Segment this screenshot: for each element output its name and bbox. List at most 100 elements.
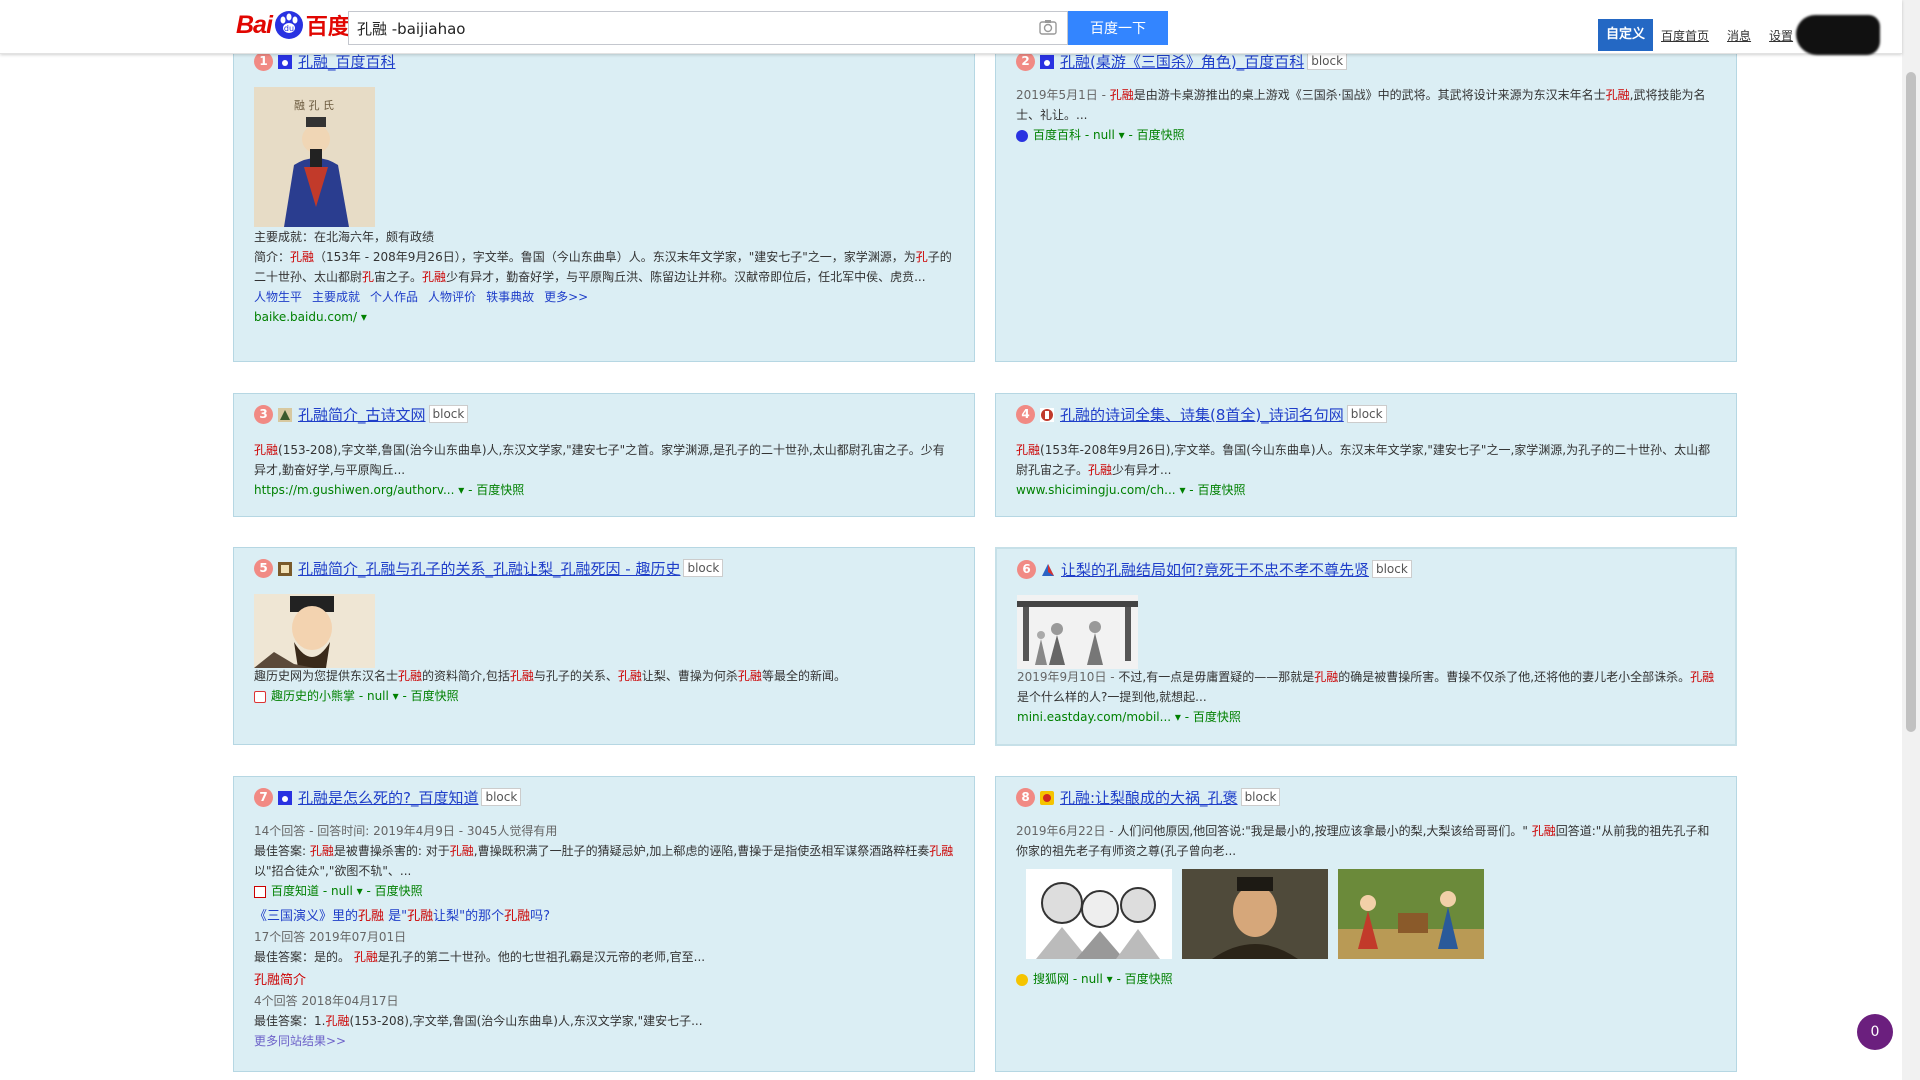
chevron-down-icon[interactable]: ▾ [1175,710,1181,724]
result-title-link[interactable]: 孔融简介_孔融与孔子的关系_孔融让梨_孔融死因 - 趣历史 [298,558,680,579]
qulishi-favicon [278,561,292,576]
camera-icon[interactable] [1039,19,1057,39]
snapshot-link[interactable]: - 百度快照 [1117,972,1173,986]
result-card-1: 1 孔融_百度百科 融 孔 氏 主要成就：在北海六年，颇有政绩 简介：孔融（15… [233,44,975,362]
sub-result-title-2[interactable]: 孔融简介 [254,971,954,991]
chevron-down-icon[interactable]: ▾ [357,884,363,898]
answer-meta: 14个回答 - 回答时间: 2019年4月9日 - 3045人觉得有用 [254,824,558,838]
result-card-4: 4 孔融的诗词全集、诗集(8首全)_诗词名句网 block 孔融(153年-20… [995,393,1737,517]
gushiwen-favicon [278,407,292,422]
nav-home-link[interactable]: 百度首页 [1661,27,1709,44]
baike-favicon [1040,54,1054,69]
sub-result-meta: 17个回答 2019年07月01日 [254,930,407,944]
cartoon-image[interactable] [1026,869,1172,959]
result-card-5: 5 孔融简介_孔融与孔子的关系_孔融让梨_孔融死因 - 趣历史 block 趣历… [233,547,975,745]
sohu-favicon [1040,790,1054,805]
block-button[interactable]: block [481,788,522,806]
chevron-down-icon[interactable]: ▾ [393,689,399,703]
result-url[interactable]: www.shicimingju.com/ch... [1016,483,1176,497]
customize-button[interactable]: 自定义 [1598,19,1654,51]
sub-link-more[interactable]: 更多>> [544,290,588,304]
abstract-text: 简介：孔融（153年 - 208年9月26日），字文举。鲁国（今山东曲阜）人。东… [254,250,952,284]
snapshot-link[interactable]: - 百度快照 [1185,710,1241,724]
scrollbar-thumb[interactable] [1906,72,1916,732]
result-url[interactable]: mini.eastday.com/mobil... [1017,710,1171,724]
eastday-favicon [1041,562,1055,576]
abstract-text: 2019年6月22日 - 人们问他原因,他回答说:"我是最小的,按理应该拿最小的… [1016,824,1710,858]
result-title-link[interactable]: 孔融:让梨酿成的大祸_孔褒 [1060,787,1238,808]
bear-paw-icon [254,690,266,703]
sub-result-answer: 最佳答案：是的。 孔融是孔子的第二十世孙。他的七世祖孔霸是汉元帝的老师,官至..… [254,950,706,964]
result-title-row: 6 让梨的孔融结局如何?竟死于不忠不孝不尊先贤 block [1017,559,1412,579]
baike-favicon [278,54,292,69]
result-source[interactable]: 搜狐网 - null [1033,972,1103,986]
sub-result-title[interactable]: 《三国演义》里的孔融 是"孔融让梨"的那个孔融吗? [254,907,954,927]
result-title-link[interactable]: 孔融简介_古诗文网 [298,404,426,425]
result-card-3: 3 孔融简介_古诗文网 block 孔融(153-208),字文举,鲁国(治今山… [233,393,975,517]
result-card-7: 7 孔融是怎么死的?_百度知道 block 14个回答 - 回答时间: 2019… [233,776,975,1072]
result-number: 1 [254,51,273,71]
snapshot-link[interactable]: - 百度快照 [403,689,459,703]
nav-settings-link[interactable]: 设置 [1769,27,1793,44]
result-title-link[interactable]: 让梨的孔融结局如何?竟死于不忠不孝不尊先贤 [1061,559,1369,580]
block-button[interactable]: block [428,405,469,423]
result-source[interactable]: 百度知道 - null [271,884,353,898]
snapshot-link[interactable]: - 百度快照 [1129,128,1185,142]
result-title-row: 8 孔融:让梨酿成的大祸_孔褒 block [1016,787,1281,808]
result-url[interactable]: https://m.gushiwen.org/authorv... [254,483,454,497]
result-number: 3 [254,404,273,424]
abstract-text: 趣历史网为您提供东汉名士孔融的资料简介,包括孔融与孔子的关系、孔融让梨、曹操为何… [254,669,846,683]
block-button[interactable]: block [683,559,724,577]
snapshot-link[interactable]: - 百度快照 [1189,483,1245,497]
baidu-logo[interactable]: Bai du 百度 [236,8,350,42]
result-abstract: 趣历史网为您提供东汉名士孔融的资料简介,包括孔融与孔子的关系、孔融让梨、曹操为何… [254,666,954,706]
portrait-image[interactable] [1182,869,1328,959]
portrait-image[interactable]: 融 孔 氏 [254,87,375,227]
result-abstract: 2019年5月1日 - 孔融是由游卡桌游推出的桌上游戏《三国杀·国战》中的武将。… [1016,85,1716,145]
more-site-results-link[interactable]: 更多同站结果>> [254,1031,954,1051]
result-number: 2 [1016,51,1035,71]
top-bar: Bai du 百度 百度一下 自定义 百度首页 消息 设置 [0,0,1902,55]
chevron-down-icon[interactable]: ▾ [458,483,464,497]
result-title-row: 4 孔融的诗词全集、诗集(8首全)_诗词名句网 block [1016,404,1387,424]
chevron-down-icon[interactable]: ▾ [361,310,367,324]
sub-link-evaluation[interactable]: 人物评价 [428,290,476,304]
result-url[interactable]: baike.baidu.com/ [254,310,357,324]
search-input[interactable] [349,12,999,44]
result-source[interactable]: 趣历史的小熊掌 - null [271,689,389,703]
nav-messages-link[interactable]: 消息 [1727,27,1751,44]
result-number: 8 [1016,787,1035,807]
snapshot-link[interactable]: - 百度快照 [367,884,423,898]
user-avatar[interactable] [1796,15,1880,55]
result-source[interactable]: 百度百科 - null [1033,128,1115,142]
sub-links: 人物生平 主要成就 个人作品 人物评价 轶事典故 更多>> [254,287,954,307]
result-number: 7 [254,787,273,807]
sub-link-anecdotes[interactable]: 轶事典故 [486,290,534,304]
scene-image[interactable] [1017,595,1138,669]
block-button[interactable]: block [1240,788,1281,806]
result-abstract: 主要成就：在北海六年，颇有政绩 简介：孔融（153年 - 208年9月26日），… [254,227,954,327]
sub-link-life[interactable]: 人物生平 [254,290,302,304]
result-number: 5 [254,558,273,578]
result-title-link[interactable]: 孔融的诗词全集、诗集(8首全)_诗词名句网 [1060,404,1344,425]
notification-badge[interactable]: 0 [1857,1014,1893,1050]
right-nav: 自定义 百度首页 消息 设置 [1598,19,1811,51]
sub-link-achievements[interactable]: 主要成就 [312,290,360,304]
block-button[interactable]: block [1307,52,1348,70]
chevron-down-icon[interactable]: ▾ [1107,972,1113,986]
chevron-down-icon[interactable]: ▾ [1119,128,1125,142]
zhidao-source-icon [254,885,266,898]
block-button[interactable]: block [1346,405,1387,423]
result-title-link[interactable]: 孔融是怎么死的?_百度知道 [298,787,478,808]
abstract-text: 孔融(153年-208年9月26日),字文举。鲁国(今山东曲阜)人。东汉末年文学… [1016,443,1711,477]
chevron-down-icon[interactable]: ▾ [1179,483,1185,497]
snapshot-link[interactable]: - 百度快照 [468,483,524,497]
sohu-source-icon [1016,973,1028,986]
illustration-image[interactable] [1338,869,1484,959]
block-button[interactable]: block [1371,560,1412,578]
logo-text-right: 百度 [305,15,350,40]
result-number: 4 [1016,404,1035,424]
portrait-image[interactable] [254,594,375,668]
sub-link-works[interactable]: 个人作品 [370,290,418,304]
search-button[interactable]: 百度一下 [1068,11,1168,45]
